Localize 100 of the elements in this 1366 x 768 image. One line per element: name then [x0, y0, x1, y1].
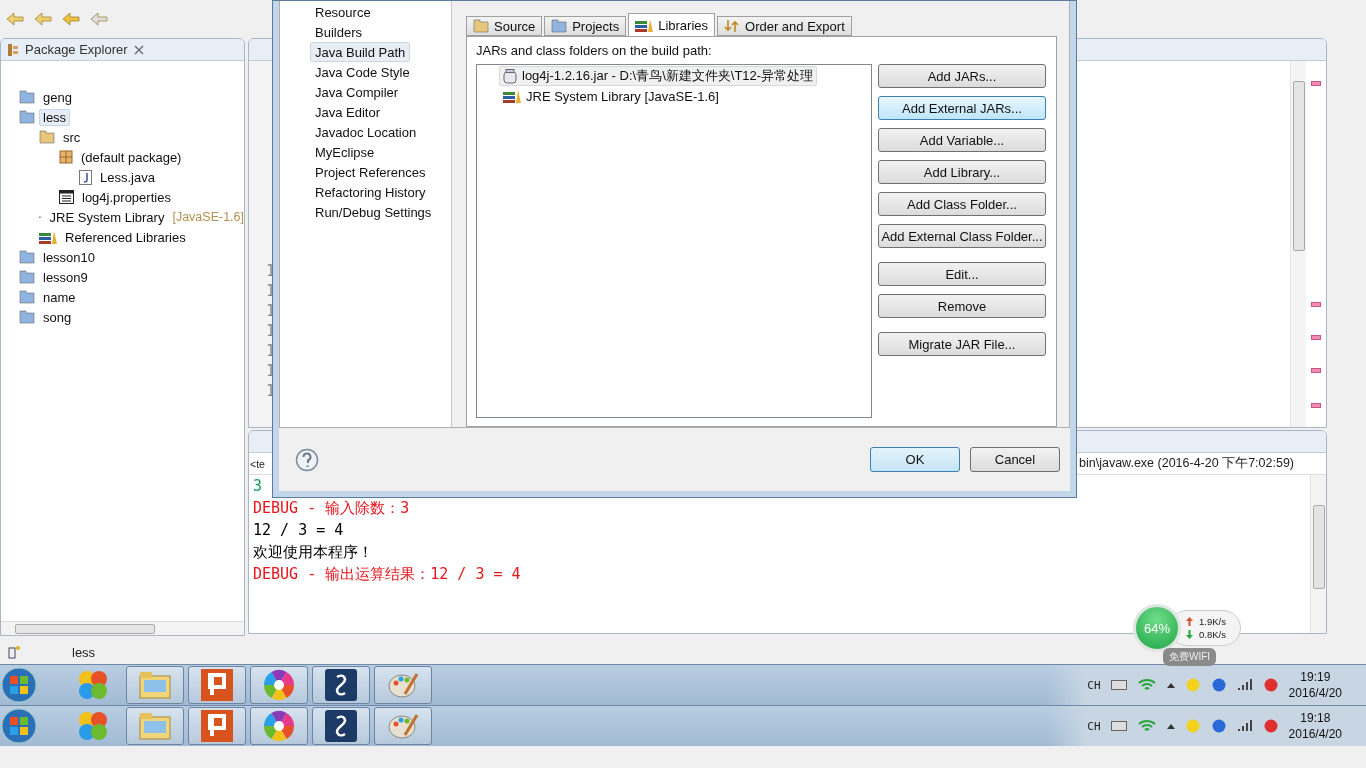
- wifi-icon[interactable]: [1136, 719, 1157, 733]
- nav-item[interactable]: Run/Debug Settings: [310, 202, 437, 222]
- close-icon[interactable]: [133, 44, 144, 55]
- action-button[interactable]: Add JARs...: [878, 64, 1046, 88]
- tree-item[interactable]: Less.java: [96, 168, 159, 186]
- download-arrow-icon: [1186, 630, 1193, 639]
- console-line: DEBUG - 输入除数：3: [252, 499, 411, 519]
- tree-item[interactable]: log4j.properties: [78, 188, 175, 206]
- list-label: JARs and class folders on the build path:: [476, 43, 713, 58]
- nav-item[interactable]: Java Compiler: [310, 82, 404, 102]
- help-icon[interactable]: [295, 447, 319, 472]
- dialog-button[interactable]: Cancel: [970, 447, 1060, 472]
- nav-item[interactable]: Java Build Path: [310, 42, 411, 62]
- colored-balls-icon[interactable]: [76, 710, 110, 742]
- overview-marker[interactable]: [1311, 81, 1321, 86]
- tab[interactable]: Projects: [544, 16, 627, 36]
- tree-item[interactable]: JRE System Library: [45, 208, 169, 226]
- tree-item[interactable]: lesson10: [39, 248, 100, 266]
- nav-item[interactable]: Java Editor: [310, 102, 386, 122]
- view-title[interactable]: Package Explorer: [25, 42, 128, 57]
- project-folder-icon: [19, 249, 35, 265]
- folder-icon: [473, 18, 489, 34]
- dialog-button[interactable]: OK: [870, 447, 960, 472]
- project-folder-icon: [19, 289, 35, 305]
- color-wheel-icon[interactable]: [263, 669, 295, 701]
- action-button[interactable]: Add External Class Folder...: [878, 224, 1046, 248]
- tree-item[interactable]: less: [39, 108, 71, 126]
- tree-item[interactable]: name: [39, 288, 80, 306]
- package-explorer-icon: [7, 42, 19, 57]
- tab[interactable]: Order and Export: [717, 16, 852, 36]
- language-indicator[interactable]: CH: [1087, 678, 1101, 692]
- action-button[interactable]: Add Library...: [878, 160, 1046, 184]
- caret-icon[interactable]: [1166, 723, 1175, 729]
- nav-item[interactable]: Java Code Style: [310, 62, 415, 82]
- action-button[interactable]: Edit...: [878, 262, 1046, 286]
- list-item[interactable]: JRE System Library [JavaSE-1.6]: [499, 86, 723, 106]
- upload-rate: 1.9K/s: [1199, 616, 1226, 627]
- folder-icon[interactable]: [138, 670, 172, 700]
- tab[interactable]: Source: [466, 16, 543, 36]
- keyboard-icon[interactable]: [1110, 680, 1127, 690]
- java-file-icon: [79, 169, 92, 185]
- scrollbar-thumb[interactable]: [1312, 505, 1325, 589]
- clock[interactable]: 19:19 2016/4/20: [1288, 670, 1342, 700]
- upload-arrow-icon: [1186, 617, 1193, 626]
- color-wheel-icon[interactable]: [263, 710, 295, 742]
- action-button[interactable]: Add Class Folder...: [878, 192, 1046, 216]
- project-folder-icon: [19, 309, 35, 325]
- tree-item[interactable]: src: [59, 128, 85, 146]
- console-line: 12 / 3 = 4: [252, 521, 345, 541]
- project-folder-icon: [19, 109, 35, 125]
- tree-item[interactable]: lesson9: [39, 268, 92, 286]
- nav-item[interactable]: Javadoc Location: [310, 122, 422, 142]
- action-button[interactable]: Remove: [878, 294, 1046, 318]
- scrollbar-thumb[interactable]: [1292, 81, 1305, 251]
- overview-marker[interactable]: [1311, 403, 1321, 408]
- tree-item[interactable]: Referenced Libraries: [61, 228, 190, 246]
- tree-item[interactable]: song: [39, 308, 76, 326]
- signal-icon[interactable]: [1236, 679, 1253, 691]
- scrollbar-thumb[interactable]: [15, 623, 155, 634]
- list-item[interactable]: log4j-1.2.16.jar - D:\青鸟\新建文件夹\T12-异常处理: [499, 66, 818, 86]
- back-icon[interactable]: [34, 11, 52, 27]
- tab[interactable]: Libraries: [628, 13, 716, 36]
- tree-item-suffix: [JavaSE-1.6]: [172, 210, 244, 224]
- package-icon: [59, 150, 73, 164]
- back-icon[interactable]: [62, 11, 80, 27]
- nav-item[interactable]: MyEclipse: [310, 142, 380, 162]
- tree-item[interactable]: (default package): [77, 148, 186, 166]
- folder-icon: [551, 18, 568, 34]
- overview-marker[interactable]: [1311, 335, 1321, 340]
- project-folder-icon: [19, 89, 35, 105]
- wifi-icon[interactable]: [1136, 678, 1157, 692]
- keyboard-icon[interactable]: [1110, 721, 1127, 731]
- signal-icon[interactable]: [1236, 720, 1253, 732]
- language-indicator[interactable]: CH: [1087, 719, 1101, 733]
- jar-icon: [503, 68, 517, 84]
- caret-icon[interactable]: [1166, 682, 1175, 688]
- presentation-app-icon[interactable]: [201, 710, 233, 742]
- presentation-app-icon[interactable]: [201, 669, 233, 701]
- package-folder-icon: [39, 129, 55, 145]
- nav-item[interactable]: Project References: [310, 162, 431, 182]
- properties-file-icon: [59, 190, 74, 204]
- folder-icon[interactable]: [138, 711, 172, 741]
- start-button[interactable]: [0, 666, 38, 704]
- console-line: 欢迎使用本程序！: [252, 543, 374, 563]
- tree-item[interactable]: geng: [39, 88, 76, 106]
- action-button[interactable]: Add Variable...: [878, 128, 1046, 152]
- clock[interactable]: 19:18 2016/4/20: [1288, 711, 1342, 741]
- forward-icon[interactable]: [90, 11, 108, 27]
- action-button[interactable]: Migrate JAR File...: [878, 332, 1046, 356]
- colored-balls-icon[interactable]: [76, 669, 110, 701]
- action-button[interactable]: Add External JARs...: [878, 96, 1046, 120]
- console-line: DEBUG - 输出运算结果：12 / 3 = 4: [252, 565, 522, 585]
- arrows-icon: [724, 18, 741, 34]
- nav-item[interactable]: Builders: [310, 22, 367, 42]
- overview-marker[interactable]: [1311, 302, 1321, 307]
- nav-item[interactable]: Resource: [310, 2, 376, 22]
- nav-item[interactable]: Refactoring History: [310, 182, 431, 202]
- overview-marker[interactable]: [1311, 368, 1321, 373]
- start-button[interactable]: [0, 707, 38, 745]
- back-icon[interactable]: [6, 11, 24, 27]
